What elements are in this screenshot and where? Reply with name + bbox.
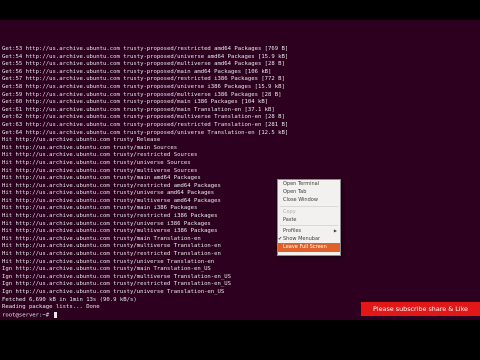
terminal-line: Hit http://us.archive.ubuntu.com trusty/… [2,167,198,174]
terminal-line: Hit http://us.archive.ubuntu.com trusty/… [2,144,178,151]
menu-separator [280,224,338,226]
text-cursor [53,311,57,318]
terminal-line: Hit http://us.archive.ubuntu.com trusty/… [2,220,211,227]
menu-item-profiles[interactable]: Profiles ▶ [278,227,340,235]
terminal-line: Hit http://us.archive.ubuntu.com trusty/… [2,175,201,182]
menu-separator [280,205,338,207]
terminal-line: Hit http://us.archive.ubuntu.com trusty/… [2,182,221,189]
submenu-arrow-icon: ▶ [333,227,337,233]
check-icon: ✔ [278,236,283,243]
terminal-line: Get:61 http://us.archive.ubuntu.com trus… [2,106,275,113]
terminal-line: Get:56 http://us.archive.ubuntu.com trus… [2,68,272,75]
subscribe-banner: Please subscribe share & Like [361,302,480,316]
terminal-line: Get:58 http://us.archive.ubuntu.com trus… [2,83,285,90]
terminal-line: Hit http://us.archive.ubuntu.com trusty/… [2,213,218,220]
terminal-line: Hit http://us.archive.ubuntu.com trusty/… [2,235,201,242]
terminal-line: Get:59 http://us.archive.ubuntu.com trus… [2,91,282,98]
menu-item-label: Show Menubar [283,236,321,243]
terminal-line: Hit http://us.archive.ubuntu.com trusty/… [2,159,191,166]
terminal-output: Get:53 http://us.archive.ubuntu.com trus… [2,46,478,319]
terminal-line: Hit http://us.archive.ubuntu.com trusty/… [2,205,198,212]
menu-item-label: Open Tab [283,189,307,196]
terminal-line: Get:55 http://us.archive.ubuntu.com trus… [2,61,285,68]
terminal-line: Hit http://us.archive.ubuntu.com trusty/… [2,152,198,159]
terminal-line: Hit http://us.archive.ubuntu.com trusty/… [2,190,215,197]
shell-prompt: root@server:~# [2,312,53,319]
terminal-line: Hit http://us.archive.ubuntu.com trusty/… [2,197,221,204]
terminal-line: Hit http://us.archive.ubuntu.com trusty … [2,137,161,144]
menu-item-leave-full-screen[interactable]: Leave Full Screen [278,243,340,252]
terminal-line: Ign http://us.archive.ubuntu.com trusty/… [2,281,232,288]
terminal-line: Hit http://us.archive.ubuntu.com trusty/… [2,243,221,250]
menu-item-label: Paste [283,216,297,223]
terminal-line: Hit http://us.archive.ubuntu.com trusty/… [2,228,218,235]
terminal-line: Get:53 http://us.archive.ubuntu.com trus… [2,46,289,52]
video-frame: Get:53 http://us.archive.ubuntu.com trus… [0,0,480,360]
terminal-line: Get:60 http://us.archive.ubuntu.com trus… [2,99,269,106]
menu-item-paste[interactable]: Paste [278,216,340,224]
terminal-line: Ign http://us.archive.ubuntu.com trusty/… [2,289,225,295]
menu-item-open-terminal[interactable]: Open Terminal [278,180,340,188]
context-menu[interactable]: Open Terminal Open Tab Close Window Copy Pas… [277,179,341,256]
terminal-line: Ign http://us.archive.ubuntu.com trusty/… [2,266,211,273]
terminal-line: Hit http://us.archive.ubuntu.com trusty/… [2,258,215,265]
menu-item-label: Open Terminal [283,181,320,187]
menu-item-label: Profiles [283,227,302,234]
terminal-line: Hit http://us.archive.ubuntu.com trusty/… [2,251,221,258]
menu-item-show-menubar[interactable]: ✔ Show Menubar [278,235,340,243]
menu-item-label: Close Window [283,197,318,204]
terminal-line: Get:64 http://us.archive.ubuntu.com trus… [2,129,289,136]
menu-item-open-tab[interactable]: Open Tab [278,188,340,196]
terminal-line: Get:54 http://us.archive.ubuntu.com trus… [2,53,289,60]
terminal-line: Ign http://us.archive.ubuntu.com trusty/… [2,273,232,280]
terminal-line: Get:63 http://us.archive.ubuntu.com trus… [2,121,289,128]
terminal-line: Get:62 http://us.archive.ubuntu.com trus… [2,114,285,121]
menu-item-copy: Copy [278,208,340,216]
terminal-window[interactable]: Get:53 http://us.archive.ubuntu.com trus… [0,20,480,320]
menu-item-label: Leave Full Screen [283,244,327,251]
menu-item-label: Copy [283,208,296,215]
menu-item-close-window[interactable]: Close Window [278,196,340,204]
terminal-line: Get:57 http://us.archive.ubuntu.com trus… [2,76,285,83]
